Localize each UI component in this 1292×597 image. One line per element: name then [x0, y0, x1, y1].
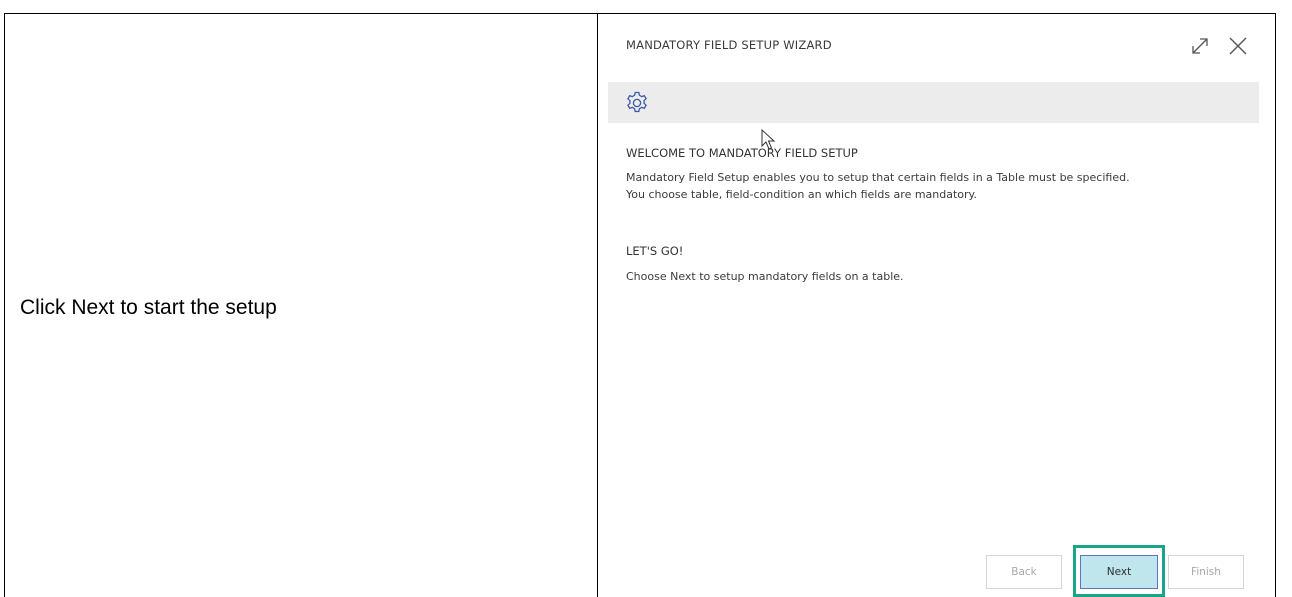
wizard-title: MANDATORY FIELD SETUP WIZARD [626, 38, 832, 52]
welcome-heading: WELCOME TO MANDATORY FIELD SETUP [626, 146, 858, 160]
gear-icon [624, 90, 650, 116]
lets-go-text: Choose Next to setup mandatory fields on… [626, 270, 904, 283]
expand-button[interactable] [1188, 34, 1212, 58]
welcome-line-2: You choose table, field-condition an whi… [626, 188, 977, 201]
instruction-text: Click Next to start the setup [20, 296, 277, 319]
wizard-banner [608, 82, 1259, 123]
finish-button[interactable]: Finish [1168, 555, 1244, 589]
welcome-line-1: Mandatory Field Setup enables you to set… [626, 171, 1130, 184]
setup-wizard-dialog: MANDATORY FIELD SETUP WIZARD WELCOME TO … [608, 18, 1260, 597]
back-button[interactable]: Back [986, 555, 1062, 589]
next-button[interactable]: Next [1080, 555, 1158, 589]
lets-go-heading: LET'S GO! [626, 244, 684, 258]
table-cell-divider [597, 13, 598, 597]
expand-icon [1192, 38, 1208, 54]
close-button[interactable] [1226, 34, 1250, 58]
close-icon [1229, 37, 1247, 55]
